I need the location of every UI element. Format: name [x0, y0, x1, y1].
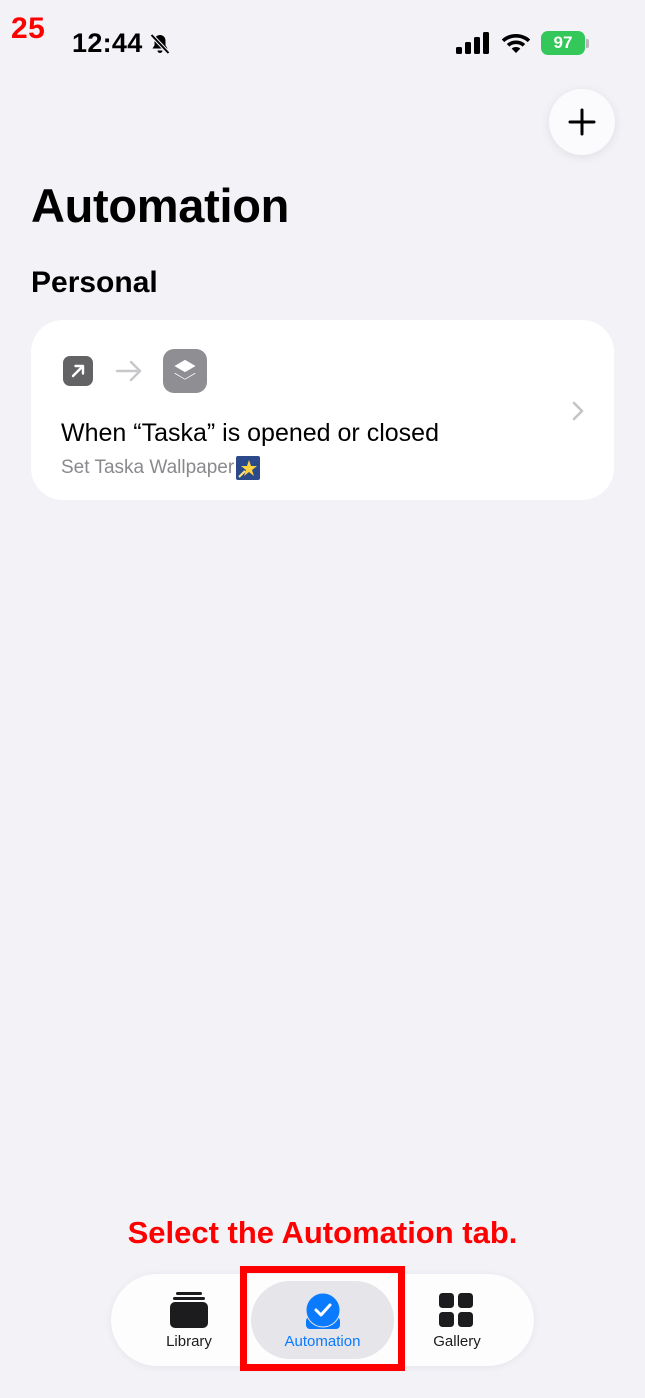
chevron-right-icon — [572, 401, 584, 421]
tab-library[interactable]: Library — [133, 1274, 245, 1366]
automation-icon — [305, 1292, 341, 1329]
tab-bar: Library Automation Gallery — [111, 1274, 534, 1366]
tab-label-library: Library — [166, 1333, 212, 1350]
battery-level: 97 — [553, 33, 573, 52]
star-icon — [236, 456, 261, 480]
automation-subtitle: Set Taska Wallpaper — [61, 457, 235, 478]
status-time: 12:44 — [72, 28, 143, 58]
arrow-right-icon — [115, 360, 142, 382]
battery-icon: 97 — [541, 31, 585, 55]
instruction-text: Select the Automation tab. — [127, 1215, 518, 1250]
library-icon — [170, 1292, 208, 1328]
battery-tip — [586, 39, 589, 48]
add-automation-button[interactable] — [549, 89, 615, 155]
gallery-icon — [439, 1293, 473, 1327]
app-opened-icon — [63, 356, 93, 386]
shortcuts-app-icon — [163, 349, 207, 393]
wifi-icon — [501, 34, 531, 53]
plus-icon — [568, 108, 596, 136]
automation-title: When “Taska” is opened or closed — [61, 419, 439, 447]
page-title: Automation — [31, 179, 290, 232]
section-title: Personal — [31, 266, 158, 299]
status-bar: 12:44 97 — [0, 0, 645, 80]
tab-label-gallery: Gallery — [433, 1333, 481, 1350]
tab-automation[interactable]: Automation — [251, 1281, 394, 1359]
tab-label-automation: Automation — [284, 1333, 361, 1350]
automation-subtitle-row: Set Taska Wallpaper — [61, 456, 261, 480]
tab-gallery[interactable]: Gallery — [401, 1274, 513, 1366]
automation-card[interactable]: When “Taska” is opened or closed Set Tas… — [31, 320, 614, 500]
signal-icon — [456, 32, 489, 54]
bell-slash-icon — [150, 33, 170, 55]
